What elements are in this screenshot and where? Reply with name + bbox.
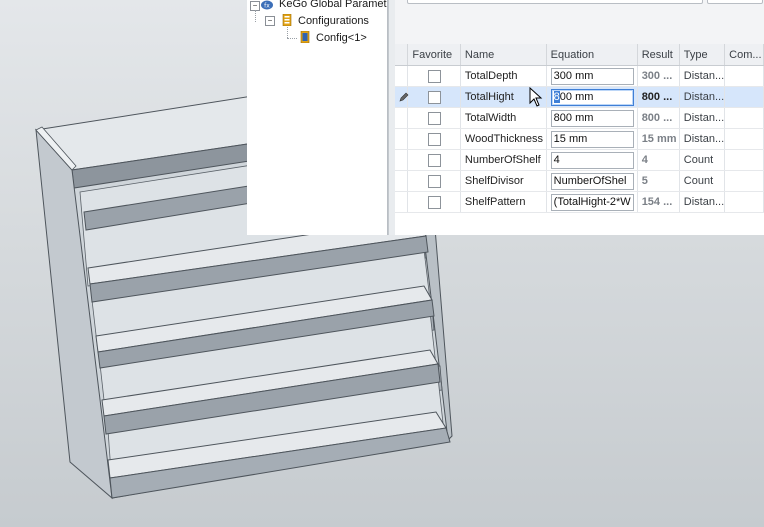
favorite-checkbox[interactable] [427,195,441,209]
pencil-icon [399,92,409,105]
result-cell: 300 ... [637,65,680,87]
favorite-checkbox[interactable] [427,69,441,83]
favorite-checkbox[interactable] [427,132,441,146]
table-header-row: Favorite Name Equation Result Type Com..… [395,44,764,66]
column-header-name[interactable]: Name [460,44,547,66]
equation-text: 00 mm [559,90,594,103]
equation-field[interactable]: (TotalHight-2*W [550,193,634,211]
favorite-cell [407,107,461,129]
column-header-favorite[interactable]: Favorite [407,44,461,66]
tree-item-label: Config<1> [316,32,367,44]
filter-field[interactable] [407,0,703,4]
favorite-checkbox[interactable] [427,153,441,167]
name-cell[interactable]: TotalWidth [460,107,547,129]
row-gutter [395,191,409,213]
tree-item-global-parameters[interactable]: KeGo Global Parameters [279,0,387,12]
toolbar-field[interactable] [707,0,763,4]
comment-cell[interactable] [724,149,764,171]
result-cell: 800 ... [637,86,680,108]
result-cell: 5 [637,170,680,192]
favorite-checkbox[interactable] [427,90,441,104]
type-cell[interactable]: Distan... [679,86,726,108]
table-row[interactable]: ShelfPattern (TotalHight-2*W 154 ... Dis… [395,191,764,213]
equation-field[interactable]: NumberOfShel [550,172,634,190]
favorite-cell [407,65,461,87]
arrow-cursor-icon [529,86,543,110]
equation-cell[interactable]: 800 mm [546,107,638,129]
configuration-icon [282,13,294,27]
table-row[interactable]: WoodThickness 15 mm 15 mm Distan... [395,128,764,150]
name-cell[interactable]: TotalDepth [460,65,547,87]
comment-cell[interactable] [724,170,764,192]
favorite-cell [407,170,461,192]
grid-toolbar [395,0,764,45]
row-gutter [395,107,409,129]
equation-field[interactable]: 15 mm [550,130,634,148]
equation-cell[interactable]: 4 [546,149,638,171]
type-cell[interactable]: Distan... [679,191,726,213]
comment-cell[interactable] [724,128,764,150]
equation-field[interactable]: 800 mm [550,109,634,127]
tree-item-label: KeGo Global Parameters [279,0,387,10]
feature-tree-panel: − fx KeGo Global Parameters − Configurat… [247,0,388,235]
comment-cell[interactable] [724,107,764,129]
favorite-checkbox[interactable] [427,174,441,188]
equation-cell[interactable]: 300 mm [546,65,638,87]
result-cell: 4 [637,149,680,171]
equation-cell[interactable]: 15 mm [546,128,638,150]
table-row[interactable]: NumberOfShelf 4 4 Count [395,149,764,171]
column-header-type[interactable]: Type [679,44,726,66]
result-cell: 15 mm [637,128,680,150]
type-cell[interactable]: Count [679,149,726,171]
comment-cell[interactable] [724,191,764,213]
result-cell: 800 ... [637,107,680,129]
svg-text:fx: fx [264,3,270,10]
equation-field[interactable]: 4 [550,151,634,169]
name-cell[interactable]: WoodThickness [460,128,547,150]
equation-cell[interactable]: (TotalHight-2*W [546,191,638,213]
type-cell[interactable]: Distan... [679,128,726,150]
comment-cell[interactable] [724,86,764,108]
parameters-table: Favorite Name Equation Result Type Com..… [395,44,764,213]
comment-cell[interactable] [724,65,764,87]
table-row[interactable]: TotalWidth 800 mm 800 ... Distan... [395,107,764,129]
tree-item-configurations[interactable]: Configurations [298,13,369,29]
equation-cell[interactable]: NumberOfShel [546,170,638,192]
favorite-cell [407,149,461,171]
config-icon [300,30,312,44]
table-row[interactable]: TotalDepth 300 mm 300 ... Distan... [395,65,764,87]
minus-box-icon[interactable]: − [265,16,275,26]
type-cell[interactable]: Distan... [679,65,726,87]
favorite-cell [407,86,461,108]
parameters-grid-panel: Favorite Name Equation Result Type Com..… [395,0,764,235]
fx-icon: fx [261,0,273,12]
row-gutter [395,170,409,192]
row-gutter [395,128,409,150]
result-cell: 154 ... [637,191,680,213]
type-cell[interactable]: Distan... [679,107,726,129]
row-gutter [395,65,409,87]
equation-field-editing[interactable]: 800 mm [550,88,634,106]
tree-item-label: Configurations [298,15,369,27]
row-gutter [395,149,409,171]
favorite-cell [407,128,461,150]
column-header-gutter [395,44,409,66]
equation-cell[interactable]: 800 mm [546,86,638,108]
table-row-selected[interactable]: TotalHight 800 mm 800 ... Distan... [395,86,764,108]
name-cell[interactable]: NumberOfShelf [460,149,547,171]
favorite-cell [407,191,461,213]
column-header-equation[interactable]: Equation [546,44,638,66]
equation-field[interactable]: 300 mm [550,67,634,85]
name-cell[interactable]: ShelfDivisor [460,170,547,192]
type-cell[interactable]: Count [679,170,726,192]
name-cell[interactable]: ShelfPattern [460,191,547,213]
column-header-comment[interactable]: Com... [724,44,764,66]
table-row[interactable]: ShelfDivisor NumberOfShel 5 Count [395,170,764,192]
column-header-result[interactable]: Result [637,44,680,66]
favorite-checkbox[interactable] [427,111,441,125]
tree-item-config-1[interactable]: Config<1> [316,30,367,46]
